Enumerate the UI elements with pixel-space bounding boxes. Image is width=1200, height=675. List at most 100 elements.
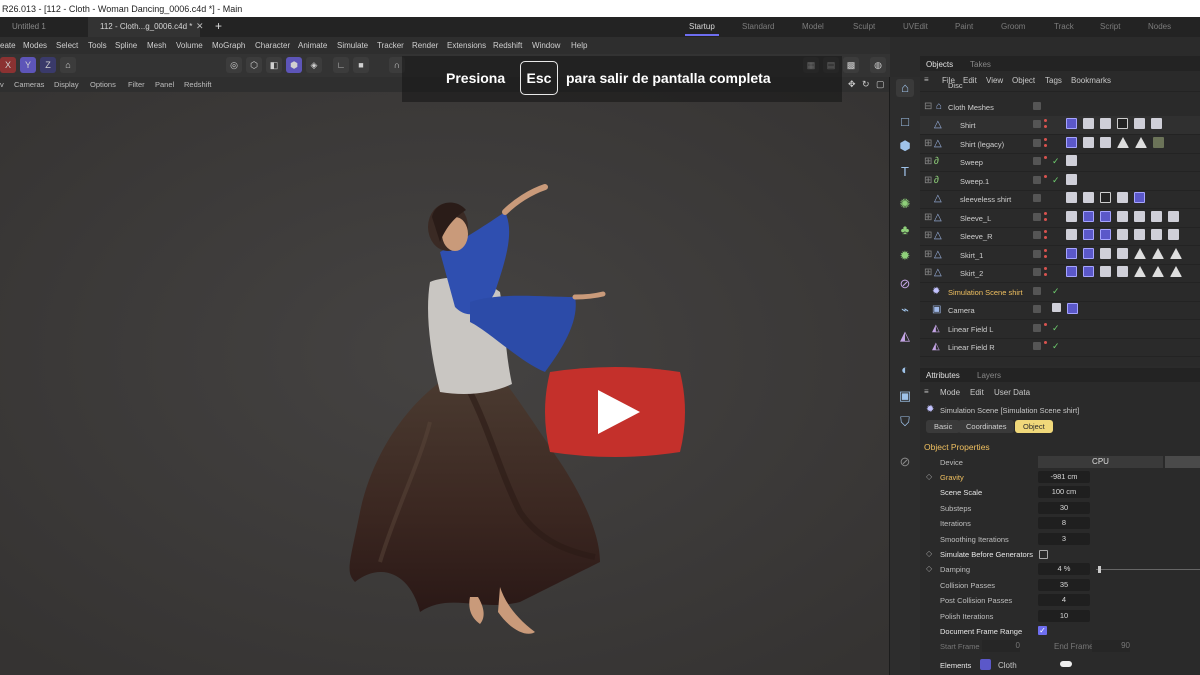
- polish-iterations-field[interactable]: 10: [1038, 610, 1090, 622]
- x-axis-toggle[interactable]: X: [0, 57, 16, 73]
- layout-tab-groom[interactable]: Groom: [1001, 22, 1025, 31]
- points-mode-icon[interactable]: ⬡: [246, 57, 262, 73]
- redshift-ipr-icon[interactable]: ◍: [870, 57, 886, 73]
- viewport-menu-panel[interactable]: Panel: [155, 80, 174, 89]
- attr-tab-coordinates[interactable]: Coordinates: [958, 420, 1015, 433]
- iterations-field[interactable]: 8: [1038, 517, 1090, 529]
- menu-extensions[interactable]: Extensions: [447, 41, 486, 50]
- viewport-move-icon[interactable]: ✥: [848, 79, 856, 90]
- menu-create[interactable]: eate: [0, 41, 16, 50]
- object-row-linear-field-r[interactable]: ◭ Linear Field R ✓: [920, 338, 1200, 357]
- linear-field-icon[interactable]: ◭: [896, 327, 914, 345]
- axis-mode-icon[interactable]: ∟: [333, 57, 349, 73]
- substeps-field[interactable]: 30: [1038, 502, 1090, 514]
- keyframe-diamond-icon[interactable]: ◇: [926, 564, 932, 573]
- layout-tab-startup[interactable]: Startup: [685, 22, 719, 36]
- object-row-sweep-1[interactable]: ⊞ ∂ Sweep.1 ✓: [920, 172, 1200, 191]
- play-button[interactable]: [540, 362, 690, 462]
- cloner-icon[interactable]: ♣: [896, 221, 914, 239]
- spline-pen-icon[interactable]: ⌁: [896, 301, 914, 319]
- layout-tab-model[interactable]: Model: [802, 22, 824, 31]
- viewport-menu-redshift[interactable]: Redshift: [184, 80, 212, 89]
- layout-tab-sculpt[interactable]: Sculpt: [853, 22, 875, 31]
- object-row-sweep[interactable]: ⊞ ∂ Sweep ✓: [920, 153, 1200, 172]
- elements-toggle[interactable]: [1060, 661, 1072, 667]
- z-axis-toggle[interactable]: Z: [40, 57, 56, 73]
- layout-tab-track[interactable]: Track: [1054, 22, 1074, 31]
- menu-mesh[interactable]: Mesh: [147, 41, 167, 50]
- tab-objects[interactable]: Objects: [926, 60, 953, 69]
- attr-menu-mode[interactable]: Mode: [940, 388, 960, 397]
- viewport-menu-display[interactable]: Display: [54, 80, 79, 89]
- viewport-rotate-icon[interactable]: ↻: [862, 79, 870, 90]
- coordinate-system-icon[interactable]: ⌂: [60, 57, 76, 73]
- menu-redshift[interactable]: Redshift: [493, 41, 522, 50]
- object-row-shirt[interactable]: △ Shirt: [920, 116, 1200, 135]
- workplane-icon[interactable]: ■: [353, 57, 369, 73]
- attr-tab-basic[interactable]: Basic: [926, 420, 961, 433]
- smoothing-iterations-field[interactable]: 3: [1038, 533, 1090, 545]
- cube-icon[interactable]: □: [896, 113, 914, 131]
- post-collision-passes-field[interactable]: 4: [1038, 594, 1090, 606]
- text-spline-icon[interactable]: T: [896, 163, 914, 181]
- polygons-mode-icon[interactable]: ⬢: [286, 57, 302, 73]
- new-tab-button[interactable]: +: [215, 19, 222, 33]
- field-icon[interactable]: ⊘: [896, 275, 914, 293]
- menu-simulate[interactable]: Simulate: [337, 41, 368, 50]
- menu-render[interactable]: Render: [412, 41, 438, 50]
- start-frame-field[interactable]: 0: [982, 640, 1020, 652]
- viewport-maximize-icon[interactable]: ▢: [876, 79, 885, 90]
- close-tab-icon[interactable]: ✕: [196, 21, 204, 32]
- tab-layers[interactable]: Layers: [977, 371, 1001, 380]
- generator-icon[interactable]: ✺: [896, 195, 914, 213]
- layout-tab-paint[interactable]: Paint: [955, 22, 973, 31]
- attr-tab-object[interactable]: Object: [1015, 420, 1053, 433]
- tab-takes[interactable]: Takes: [970, 60, 991, 69]
- light-icon[interactable]: ◐: [896, 361, 914, 379]
- attr-menu-user-data[interactable]: User Data: [994, 388, 1030, 397]
- damping-field[interactable]: 4 %: [1038, 563, 1090, 575]
- menu-volume[interactable]: Volume: [176, 41, 203, 50]
- device-dropdown[interactable]: CPU: [1038, 456, 1163, 468]
- object-row-shirt-legacy[interactable]: ⊞ △ Shirt (legacy): [920, 135, 1200, 154]
- menu-window[interactable]: Window: [532, 41, 560, 50]
- object-row-sleeve-l[interactable]: ⊞ △ Sleeve_L: [920, 209, 1200, 228]
- keyframe-diamond-icon[interactable]: ◇: [926, 472, 932, 481]
- menu-modes[interactable]: Modes: [23, 41, 47, 50]
- keyframe-diamond-icon[interactable]: ◇: [926, 549, 932, 558]
- camera-icon[interactable]: ▣: [896, 387, 914, 405]
- viewport-menu-cameras[interactable]: Cameras: [14, 80, 44, 89]
- object-row-camera[interactable]: ▣ Camera: [920, 301, 1200, 320]
- object-row-cloth-meshes[interactable]: ⊟ ⌂ Cloth Meshes: [920, 98, 1200, 117]
- layout-tab-standard[interactable]: Standard: [742, 22, 774, 31]
- object-row-skirt-1[interactable]: ⊞ △ Skirt_1: [920, 246, 1200, 265]
- paint-tool-icon[interactable]: ⊘: [896, 453, 914, 471]
- primitive-cube-icon[interactable]: ⬢: [896, 137, 914, 155]
- object-row-disc[interactable]: Disc: [920, 81, 1200, 92]
- null-object-icon[interactable]: ⌂: [896, 79, 914, 97]
- object-row-simulation-scene[interactable]: ✹ Simulation Scene shirt ✓: [920, 283, 1200, 302]
- object-row-skirt-2[interactable]: ⊞ △ Skirt_2: [920, 264, 1200, 283]
- menu-select[interactable]: Select: [56, 41, 78, 50]
- collision-passes-field[interactable]: 35: [1038, 579, 1090, 591]
- viewport-menu-view[interactable]: v: [0, 80, 4, 89]
- edges-mode-icon[interactable]: ◧: [266, 57, 282, 73]
- tab-attributes[interactable]: Attributes: [926, 371, 960, 380]
- menu-spline[interactable]: Spline: [115, 41, 137, 50]
- end-frame-field[interactable]: 90: [1092, 640, 1130, 652]
- gravity-field[interactable]: -981 cm: [1038, 471, 1090, 483]
- document-frame-range-checkbox[interactable]: ✓: [1038, 626, 1047, 635]
- device-dropdown-extension[interactable]: [1165, 456, 1200, 468]
- render-settings-icon[interactable]: ▩: [843, 57, 859, 73]
- layout-tab-uvedit[interactable]: UVEdit: [903, 22, 928, 31]
- deformer-icon[interactable]: ✹: [896, 247, 914, 265]
- y-axis-toggle[interactable]: Y: [20, 57, 36, 73]
- attr-menu-edit[interactable]: Edit: [970, 388, 984, 397]
- layout-tab-nodes[interactable]: Nodes: [1148, 22, 1171, 31]
- doc-tab-cloth[interactable]: 112 - Cloth...g_0006.c4d *: [88, 17, 200, 37]
- elements-item-cloth[interactable]: Cloth: [998, 661, 1017, 670]
- viewport-menu-options[interactable]: Options: [90, 80, 116, 89]
- scene-scale-field[interactable]: 100 cm: [1038, 486, 1090, 498]
- menu-animate[interactable]: Animate: [298, 41, 327, 50]
- scene-icon[interactable]: ⛉: [896, 413, 914, 431]
